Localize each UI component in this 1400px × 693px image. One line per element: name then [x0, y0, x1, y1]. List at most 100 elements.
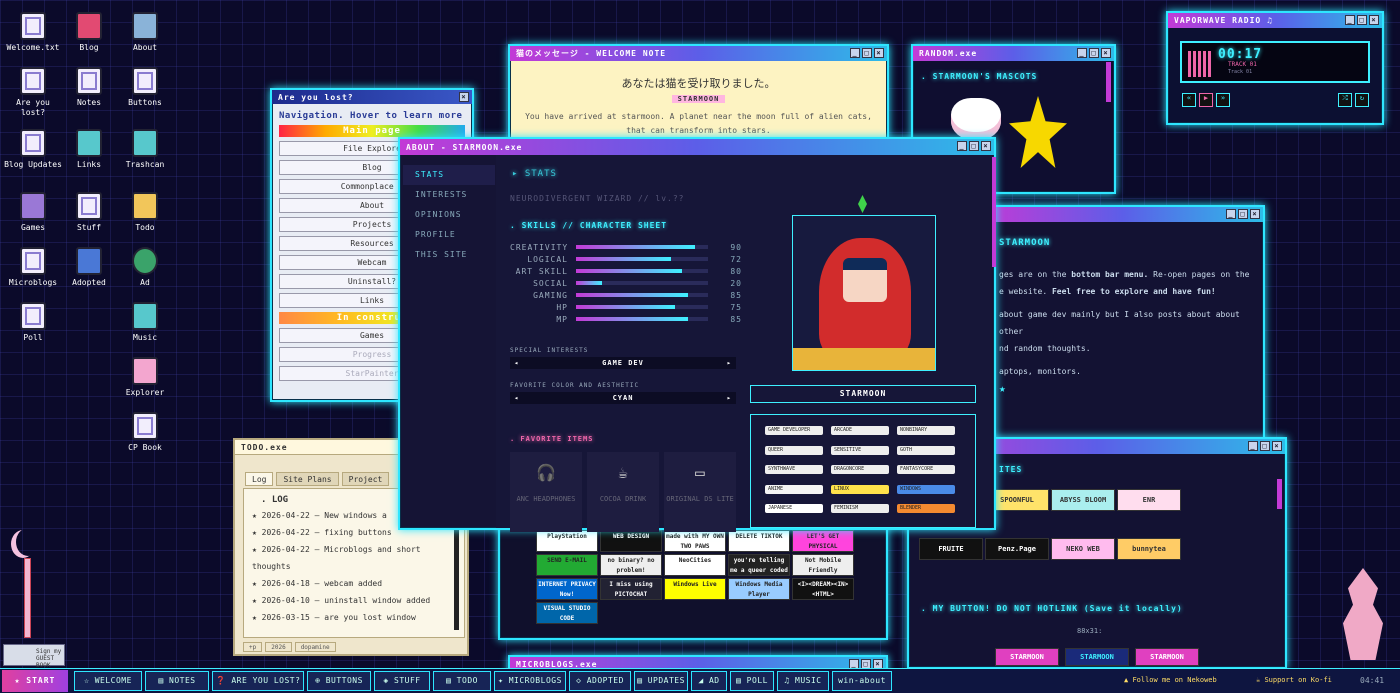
- shuffle-icon[interactable]: ⤮: [1338, 93, 1352, 107]
- taskbar-item[interactable]: win-about: [832, 671, 892, 691]
- web-button[interactable]: <I><DREAM><IN><HTML>: [792, 578, 854, 600]
- maximize-icon[interactable]: □: [862, 48, 872, 58]
- about-nav-profile[interactable]: PROFILE: [403, 225, 495, 245]
- site-button[interactable]: NEKO WEB: [1051, 537, 1115, 560]
- desktop-icon-notes[interactable]: Notes: [60, 67, 118, 108]
- taskbar-item[interactable]: ▤ TODO: [433, 671, 491, 691]
- about-nav-this-site[interactable]: THIS SITE: [403, 245, 495, 265]
- taskbar-item[interactable]: ♫ MUSIC: [777, 671, 829, 691]
- taskbar-item[interactable]: ❓ ARE YOU LOST?: [212, 671, 304, 691]
- taskbar-item[interactable]: ◇ ADOPTED: [569, 671, 631, 691]
- about-nav-stats[interactable]: STATS: [403, 165, 495, 185]
- desktop-icon-links[interactable]: Links: [60, 129, 118, 170]
- todo-tab[interactable]: Site Plans: [276, 472, 339, 486]
- scrollbar[interactable]: [1277, 479, 1282, 509]
- taskbar-item[interactable]: ✦ MICROBLOGS: [494, 671, 566, 691]
- chevron-left-icon[interactable]: ◂: [514, 392, 519, 404]
- desktop-icon-music[interactable]: Music: [116, 302, 174, 343]
- title-bar[interactable]: 猫のメッセージ - WELCOME NOTE _ □ ×: [510, 46, 887, 61]
- maximize-icon[interactable]: □: [1260, 441, 1270, 451]
- desktop-icon-microblogs[interactable]: Microblogs: [4, 247, 62, 288]
- my-button[interactable]: STARMOON: [1135, 648, 1199, 666]
- desktop-icon-about[interactable]: About: [116, 12, 174, 53]
- favorite-item[interactable]: 🎧 ANC HEADPHONES: [510, 452, 582, 532]
- kofi-link[interactable]: ☕ Support on Ko-fi: [1256, 676, 1332, 684]
- maximize-icon[interactable]: □: [1357, 15, 1367, 25]
- close-icon[interactable]: ×: [981, 141, 991, 151]
- maximize-icon[interactable]: □: [1089, 48, 1099, 58]
- web-button[interactable]: NeoCities: [664, 554, 726, 576]
- site-button[interactable]: ENR: [1117, 489, 1181, 511]
- favorite-item[interactable]: ▭ ORIGINAL DS LITE: [664, 452, 736, 532]
- desktop-icon-stuff[interactable]: Stuff: [60, 192, 118, 233]
- web-button[interactable]: SEND E-MAIL: [536, 554, 598, 576]
- taskbar-item[interactable]: ☆ WELCOME: [74, 671, 142, 691]
- play-icon[interactable]: ▶: [1199, 93, 1213, 107]
- favorite-item[interactable]: ☕ COCOA DRINK: [587, 452, 659, 532]
- web-button[interactable]: LET'S GET PHYSICAL: [792, 530, 854, 552]
- title-bar[interactable]: Are you lost? ×: [272, 90, 472, 104]
- next-icon[interactable]: »: [1216, 93, 1230, 107]
- title-bar[interactable]: VAPORWAVE RADIO ♫ _ □ ×: [1168, 13, 1382, 28]
- my-button[interactable]: STARMOON: [995, 648, 1059, 666]
- desktop-icon-buttons[interactable]: Buttons: [116, 67, 174, 108]
- minimize-icon[interactable]: _: [850, 48, 860, 58]
- taskbar-item[interactable]: ◢ AD: [691, 671, 727, 691]
- close-icon[interactable]: ×: [459, 92, 469, 102]
- maximize-icon[interactable]: □: [1238, 209, 1248, 219]
- web-button[interactable]: INTERNET PRIVACY Now!: [536, 578, 598, 600]
- start-button[interactable]: ★ START: [2, 670, 68, 692]
- minimize-icon[interactable]: _: [957, 141, 967, 151]
- web-button[interactable]: VISUAL STUDIO CODE: [536, 602, 598, 624]
- site-button[interactable]: FRUITE: [919, 537, 983, 560]
- my-button[interactable]: STARMOON: [1065, 648, 1129, 666]
- title-bar[interactable]: RANDOM.exe _ □ ×: [913, 46, 1114, 61]
- scrollbar[interactable]: [1106, 62, 1111, 102]
- desktop-icon-explorer[interactable]: Explorer: [116, 357, 174, 398]
- desktop-icon-cp-book[interactable]: CP Book: [116, 412, 174, 453]
- color-select[interactable]: ◂ CYAN ▸: [510, 392, 736, 404]
- web-button[interactable]: you're telling me a queer coded this: [728, 554, 790, 576]
- web-button[interactable]: made with MY OWN TWO PAWS: [664, 530, 726, 552]
- close-icon[interactable]: ×: [1272, 441, 1282, 451]
- nekoweb-link[interactable]: ▲ Follow me on Nekoweb: [1124, 676, 1217, 684]
- minimize-icon[interactable]: _: [1248, 441, 1258, 451]
- web-button[interactable]: PlayStation: [536, 530, 598, 552]
- web-button[interactable]: I miss using PICTOCHAT: [600, 578, 662, 600]
- minimize-icon[interactable]: _: [1345, 15, 1355, 25]
- web-button[interactable]: Windows Media Player: [728, 578, 790, 600]
- taskbar-item[interactable]: ▤ POLL: [730, 671, 774, 691]
- taskbar-item[interactable]: ◈ STUFF: [374, 671, 430, 691]
- close-icon[interactable]: ×: [1369, 15, 1379, 25]
- chevron-right-icon[interactable]: ▸: [727, 392, 732, 404]
- maximize-icon[interactable]: □: [969, 141, 979, 151]
- desktop-icon-games[interactable]: Games: [4, 192, 62, 233]
- desktop-icon-are-you-lost[interactable]: Are you lost?: [4, 67, 62, 118]
- taskbar-item[interactable]: ⊕ BUTTONS: [307, 671, 371, 691]
- desktop-icon-todo[interactable]: Todo: [116, 192, 174, 233]
- close-icon[interactable]: ×: [1250, 209, 1260, 219]
- minimize-icon[interactable]: _: [1077, 48, 1087, 58]
- web-button[interactable]: no binary? no problem!: [600, 554, 662, 576]
- desktop-icon-blog[interactable]: Blog: [60, 12, 118, 53]
- chevron-right-icon[interactable]: ▸: [727, 357, 732, 369]
- close-icon[interactable]: ×: [1101, 48, 1111, 58]
- about-nav-interests[interactable]: INTERESTS: [403, 185, 495, 205]
- desktop-icon-adopted[interactable]: Adopted: [60, 247, 118, 288]
- site-button[interactable]: Penz.Page: [985, 537, 1049, 560]
- taskbar-item[interactable]: ▤ UPDATES: [634, 671, 688, 691]
- web-button[interactable]: Windows Live: [664, 578, 726, 600]
- web-button[interactable]: DELETE TIKTOK: [728, 530, 790, 552]
- title-bar[interactable]: _ □ ×: [982, 207, 1263, 222]
- desktop-icon-ad[interactable]: Ad: [116, 247, 174, 288]
- desktop-icon-poll[interactable]: Poll: [4, 302, 62, 343]
- title-bar[interactable]: ABOUT - STARMOON.exe _ □ ×: [400, 139, 994, 155]
- chevron-left-icon[interactable]: ◂: [514, 357, 519, 369]
- close-icon[interactable]: ×: [874, 48, 884, 58]
- web-button[interactable]: Not Mobile Friendly: [792, 554, 854, 576]
- prev-icon[interactable]: «: [1182, 93, 1196, 107]
- todo-tab[interactable]: Project: [341, 472, 390, 486]
- guestbook-button[interactable]: Sign my GUEST BOOK: [3, 644, 65, 669]
- todo-tab[interactable]: Log: [245, 472, 274, 486]
- desktop-icon-welcome-txt[interactable]: Welcome.txt: [4, 12, 62, 53]
